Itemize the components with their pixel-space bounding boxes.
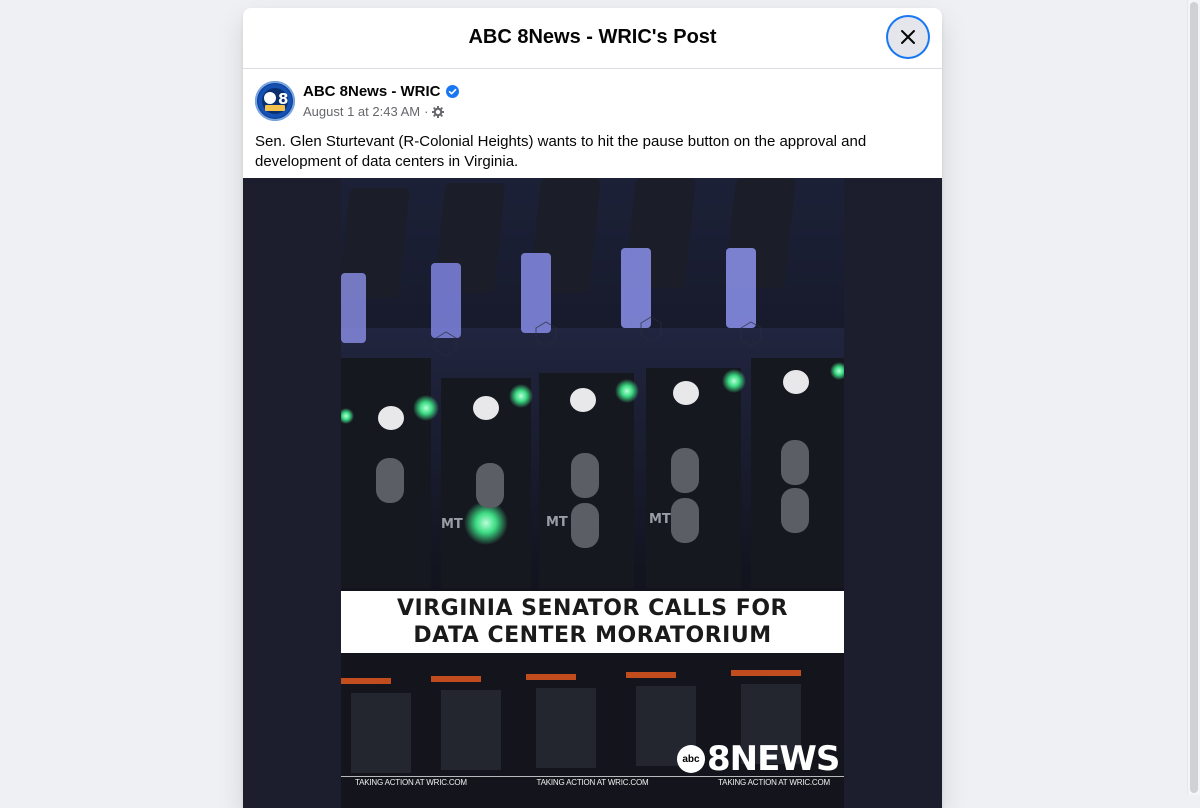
page-name-label[interactable]: ABC 8News - WRIC <box>303 83 441 100</box>
page-name[interactable]: ABC 8News - WRIC <box>303 83 459 100</box>
headline-line-1: VIRGINIA SENATOR CALLS FOR <box>397 596 788 621</box>
video-headline: VIRGINIA SENATOR CALLS FOR DATA CENTER M… <box>341 591 844 653</box>
abc-logo-icon: abc <box>677 745 705 773</box>
page-avatar[interactable]: 8 <box>255 81 295 121</box>
ticker-bar: TAKING ACTION AT WRIC.COM TAKING ACTION … <box>341 776 844 790</box>
close-button[interactable] <box>888 17 928 57</box>
post-timestamp[interactable]: August 1 at 2:43 AM <box>303 104 420 119</box>
page-scrollbar-thumb[interactable] <box>1190 2 1198 793</box>
ticker-item: TAKING ACTION AT WRIC.COM <box>718 778 830 787</box>
meta-separator: · <box>424 104 429 119</box>
post-media: MT MT MT VIRGINIA SENATOR CALLS FOR DATA… <box>243 178 942 808</box>
post-header: 8 ABC 8News - WRIC August 1 at 2:43 AM · <box>243 69 942 125</box>
modal-title: ABC 8News - WRIC's Post <box>468 26 717 48</box>
server-label: MT <box>649 512 671 527</box>
logo-text: 8NEWS <box>707 739 840 779</box>
server-label: MT <box>546 515 568 530</box>
close-icon <box>901 30 915 44</box>
video-player[interactable]: MT MT MT VIRGINIA SENATOR CALLS FOR DATA… <box>341 178 844 808</box>
server-label: MT <box>441 517 463 532</box>
post-meta: August 1 at 2:43 AM · <box>303 104 445 119</box>
ticker-item: TAKING ACTION AT WRIC.COM <box>355 778 467 787</box>
gear-icon[interactable] <box>432 105 445 118</box>
abc8news-logo-icon: 8 <box>258 84 292 118</box>
verified-badge-icon <box>445 85 459 98</box>
server-rack-image: MT MT MT <box>341 178 844 808</box>
ticker-item: TAKING ACTION AT WRIC.COM <box>536 778 649 787</box>
page-scrollbar[interactable] <box>1187 0 1200 795</box>
post-modal: ABC 8News - WRIC's Post 8 ABC 8News - WR… <box>243 8 942 808</box>
station-logo: abc 8NEWS <box>677 739 840 779</box>
post-text: Sen. Glen Sturtevant (R-Colonial Heights… <box>255 133 867 170</box>
modal-header: ABC 8News - WRIC's Post <box>243 8 942 69</box>
headline-line-2: DATA CENTER MORATORIUM <box>413 623 772 648</box>
